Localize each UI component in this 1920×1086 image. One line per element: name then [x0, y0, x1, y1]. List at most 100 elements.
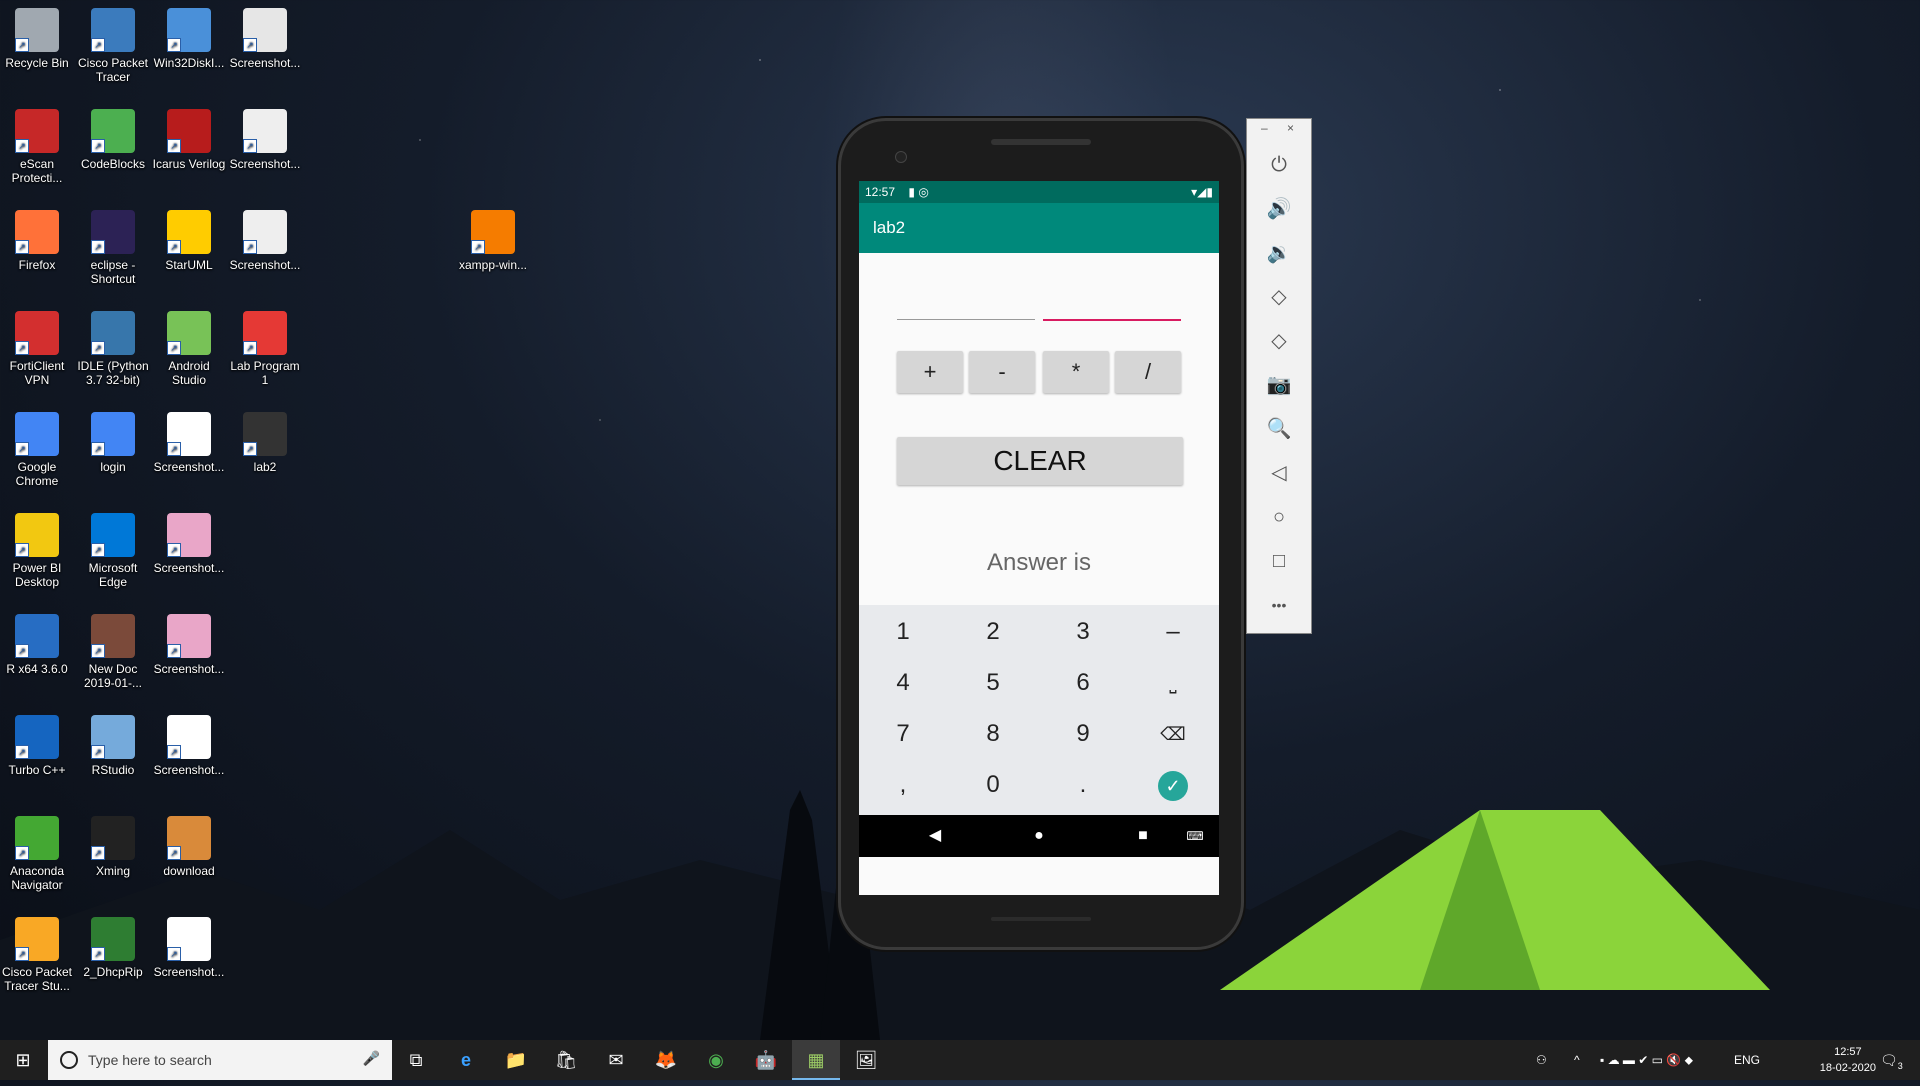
desktop-icon[interactable]: ↗ RStudio [76, 709, 150, 777]
key-3[interactable]: 3 [1039, 607, 1127, 657]
desktop-icon[interactable]: ↗ Power BI Desktop [0, 507, 74, 589]
desktop-icon[interactable]: ↗ 2_DhcpRip [76, 911, 150, 979]
desktop-icon[interactable]: ↗ eclipse - Shortcut [76, 204, 150, 286]
key-8[interactable]: 8 [949, 709, 1037, 759]
people-icon[interactable]: ⚇ [1536, 1040, 1547, 1080]
desktop-icon[interactable]: ↗ FortiClient VPN [0, 305, 74, 387]
desktop-icon[interactable]: ↗ Anaconda Navigator [0, 810, 74, 892]
key-period[interactable]: . [1039, 760, 1127, 810]
overview-icon[interactable]: □ [1247, 541, 1311, 581]
task-view-icon[interactable]: ⧉ [392, 1040, 440, 1080]
desktop-icon[interactable]: ↗ New Doc 2019-01-... [76, 608, 150, 690]
desktop-icon[interactable]: ↗ R x64 3.6.0 [0, 608, 74, 676]
taskbar-clock[interactable]: 12:57 18-02-2020 [1820, 1044, 1876, 1076]
key-space[interactable]: ⎵ [1129, 658, 1217, 708]
desktop-icon[interactable]: ↗ Lab Program 1 [228, 305, 302, 387]
key-9[interactable]: 9 [1039, 709, 1127, 759]
camera-icon[interactable]: 📷 [1247, 365, 1311, 405]
desktop-icon[interactable]: ↗ Google Chrome [0, 406, 74, 488]
desktop-icon[interactable]: ↗ Icarus Verilog [152, 103, 226, 171]
key-5[interactable]: 5 [949, 658, 1037, 708]
edge-icon[interactable]: e [442, 1040, 490, 1080]
second-number-input[interactable] [1043, 301, 1181, 321]
desktop-icon[interactable]: ↗ Screenshot... [228, 103, 302, 171]
desktop-icon[interactable]: ↗ download [152, 810, 226, 878]
desktop-icon[interactable]: ↗ Screenshot... [152, 911, 226, 979]
emulator-taskbar-icon[interactable]: ▦ [792, 1040, 840, 1080]
photos-icon[interactable]: 🖼 [842, 1040, 890, 1080]
mail-icon[interactable]: ✉ [592, 1040, 640, 1080]
desktop-icon[interactable]: ↗ Cisco Packet Tracer Stu... [0, 911, 74, 993]
desktop-icon[interactable]: ↗ CodeBlocks [76, 103, 150, 171]
volume-down-icon[interactable]: 🔉 [1247, 233, 1311, 273]
app-icon: ↗ [91, 816, 135, 860]
key-backspace[interactable]: ⌫ [1129, 709, 1217, 759]
nav-home-icon[interactable]: ● [1019, 815, 1059, 857]
desktop-icon[interactable]: ↗ Screenshot... [152, 608, 226, 676]
subtract-button[interactable]: - [969, 351, 1035, 393]
close-icon[interactable]: × [1287, 121, 1294, 135]
nav-back-icon[interactable]: ◀ [915, 815, 955, 857]
desktop-icon[interactable]: ↗ IDLE (Python 3.7 32-bit) [76, 305, 150, 387]
nav-keyboard-icon[interactable]: ⌨ [1175, 815, 1215, 857]
desktop-icon[interactable]: ↗ Android Studio [152, 305, 226, 387]
key-0[interactable]: 0 [949, 760, 1037, 810]
add-button[interactable]: + [897, 351, 963, 393]
desktop-icon[interactable]: ↗ Recycle Bin [0, 2, 74, 70]
desktop-icon[interactable]: ↗ Win32DiskI... [152, 2, 226, 70]
store-icon[interactable]: 🛍 [542, 1040, 590, 1080]
key-done[interactable]: ✓ [1129, 760, 1217, 810]
power-icon[interactable]: ⏻ [1247, 145, 1311, 185]
tray-icons[interactable]: ▪ ☁ ▬ ✔ ▭ 🔇 ⬥ [1600, 1040, 1693, 1080]
chrome-icon[interactable]: ◉ [692, 1040, 740, 1080]
first-number-input[interactable] [897, 301, 1035, 320]
desktop-icon[interactable]: ↗ Firefox [0, 204, 74, 272]
key-4[interactable]: 4 [859, 658, 947, 708]
show-hidden-icons[interactable]: ^ [1574, 1040, 1580, 1080]
desktop-icon[interactable]: ↗ xampp-win... [456, 204, 530, 272]
firefox-icon[interactable]: 🦊 [642, 1040, 690, 1080]
desktop-icon[interactable]: ↗ Screenshot... [152, 709, 226, 777]
desktop-icon[interactable]: ↗ StarUML [152, 204, 226, 272]
desktop-icon[interactable]: ↗ login [76, 406, 150, 474]
nav-recents-icon[interactable]: ■ [1123, 815, 1163, 857]
desktop-icon[interactable]: ↗ Screenshot... [152, 507, 226, 575]
key-7[interactable]: 7 [859, 709, 947, 759]
key-comma[interactable]: , [859, 760, 947, 810]
desktop-icon[interactable]: ↗ Turbo C++ [0, 709, 74, 777]
desktop-icon[interactable]: ↗ Xming [76, 810, 150, 878]
desktop-icon[interactable]: ↗ eScan Protecti... [0, 103, 74, 185]
home-icon[interactable]: ○ [1247, 497, 1311, 537]
desktop-icon-label: Win32DiskI... [153, 56, 225, 70]
divide-button[interactable]: / [1115, 351, 1181, 393]
minimize-icon[interactable]: – [1261, 121, 1268, 135]
volume-up-icon[interactable]: 🔊 [1247, 189, 1311, 229]
windows-start-icon[interactable]: ⊞ [0, 1040, 46, 1080]
back-icon[interactable]: ◁ [1247, 453, 1311, 493]
key-2[interactable]: 2 [949, 607, 1037, 657]
key-1[interactable]: 1 [859, 607, 947, 657]
taskbar-search-box[interactable]: Type here to search 🎤 [48, 1040, 392, 1080]
language-indicator[interactable]: ENG [1734, 1040, 1760, 1080]
desktop-icon[interactable]: ↗ Microsoft Edge [76, 507, 150, 589]
desktop-icon[interactable]: ↗ Screenshot... [228, 2, 302, 70]
action-center-icon[interactable]: 🗨3 [1880, 1040, 1903, 1080]
phone-screen[interactable]: 12:57 ▮ ◎ ▾◢▮ lab2 + - * / CLEAR Answer … [859, 181, 1219, 895]
zoom-icon[interactable]: 🔍 [1247, 409, 1311, 449]
clear-button[interactable]: CLEAR [897, 437, 1183, 485]
file-explorer-icon[interactable]: 📁 [492, 1040, 540, 1080]
desktop-icon[interactable]: ↗ Cisco Packet Tracer [76, 2, 150, 84]
multiply-button[interactable]: * [1043, 351, 1109, 393]
shortcut-arrow-icon: ↗ [167, 341, 181, 355]
rotate-left-icon[interactable]: ◇ [1247, 277, 1311, 317]
desktop-icon[interactable]: ↗ lab2 [228, 406, 302, 474]
more-icon[interactable]: ••• [1247, 585, 1311, 625]
desktop-icon[interactable]: ↗ Screenshot... [152, 406, 226, 474]
key-6[interactable]: 6 [1039, 658, 1127, 708]
rotate-right-icon[interactable]: ◇ [1247, 321, 1311, 361]
key-minus[interactable]: – [1129, 607, 1217, 657]
desktop-icon[interactable]: ↗ Screenshot... [228, 204, 302, 272]
android-studio-icon[interactable]: 🤖 [742, 1040, 790, 1080]
microphone-icon[interactable]: 🎤 [363, 1050, 380, 1067]
emulator-toolbar: – × ⏻ 🔊 🔉 ◇ ◇ 📷 🔍 ◁ ○ □ ••• [1246, 118, 1312, 634]
